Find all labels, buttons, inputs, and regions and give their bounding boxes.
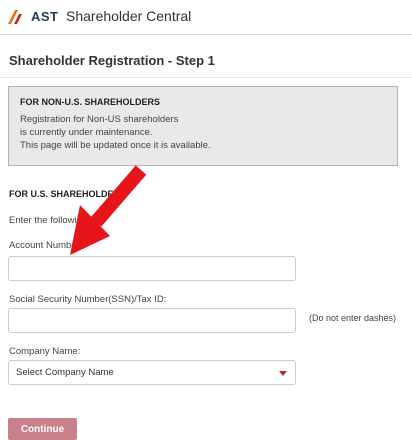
app-title: Shareholder Central bbox=[66, 8, 192, 24]
account-number-label: Account Number: bbox=[9, 240, 83, 251]
title-divider bbox=[0, 77, 412, 78]
notice-line: is currently under maintenance. bbox=[20, 127, 153, 138]
company-name-label: Company Name: bbox=[9, 346, 81, 357]
non-us-notice-box: FOR NON-U.S. SHAREHOLDERS Registration f… bbox=[8, 86, 398, 166]
page-title: Shareholder Registration - Step 1 bbox=[9, 53, 215, 68]
chevron-down-icon bbox=[279, 371, 287, 376]
account-number-input[interactable] bbox=[8, 256, 296, 281]
notice-title: FOR NON-U.S. SHAREHOLDERS bbox=[20, 97, 161, 107]
us-section-title: FOR U.S. SHAREHOLDERS bbox=[9, 189, 127, 199]
ssn-label: Social Security Number(SSN)/Tax ID: bbox=[9, 294, 167, 305]
ssn-hint: (Do not enter dashes) bbox=[309, 313, 397, 323]
ast-logo-icon bbox=[8, 10, 22, 24]
us-section-intro: Enter the following bbox=[9, 215, 88, 226]
ssn-input[interactable] bbox=[8, 308, 296, 333]
notice-line: This page will be updated once it is ava… bbox=[20, 140, 211, 151]
notice-line: Registration for Non-US shareholders bbox=[20, 114, 179, 125]
company-name-select[interactable]: Select Company Name bbox=[8, 360, 296, 385]
company-select-value: Select Company Name bbox=[16, 367, 114, 378]
brand-logo-text: AST bbox=[31, 9, 59, 24]
app-header: AST Shareholder Central bbox=[0, 0, 412, 35]
continue-button[interactable]: Continue bbox=[8, 418, 77, 440]
